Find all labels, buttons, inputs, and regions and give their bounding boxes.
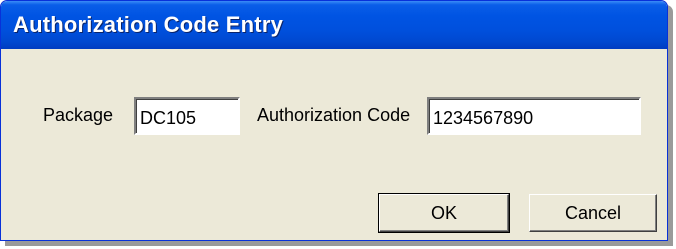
dialog-window: Authorization Code Entry Package Authori… (0, 0, 668, 241)
authorization-code-label: Authorization Code (257, 105, 411, 125)
authorization-code-field[interactable] (427, 97, 641, 135)
cancel-button-label: Cancel (564, 202, 622, 223)
dialog-content: Package Authorization Code OK Cancel (4, 49, 664, 237)
ok-button[interactable]: OK (378, 193, 510, 233)
title-bar[interactable]: Authorization Code Entry (1, 1, 667, 49)
package-field[interactable] (134, 97, 240, 135)
ok-button-label: OK (430, 202, 457, 223)
package-label: Package (43, 105, 114, 125)
cancel-button[interactable]: Cancel (529, 194, 657, 232)
dialog-title: Authorization Code Entry (13, 12, 284, 37)
